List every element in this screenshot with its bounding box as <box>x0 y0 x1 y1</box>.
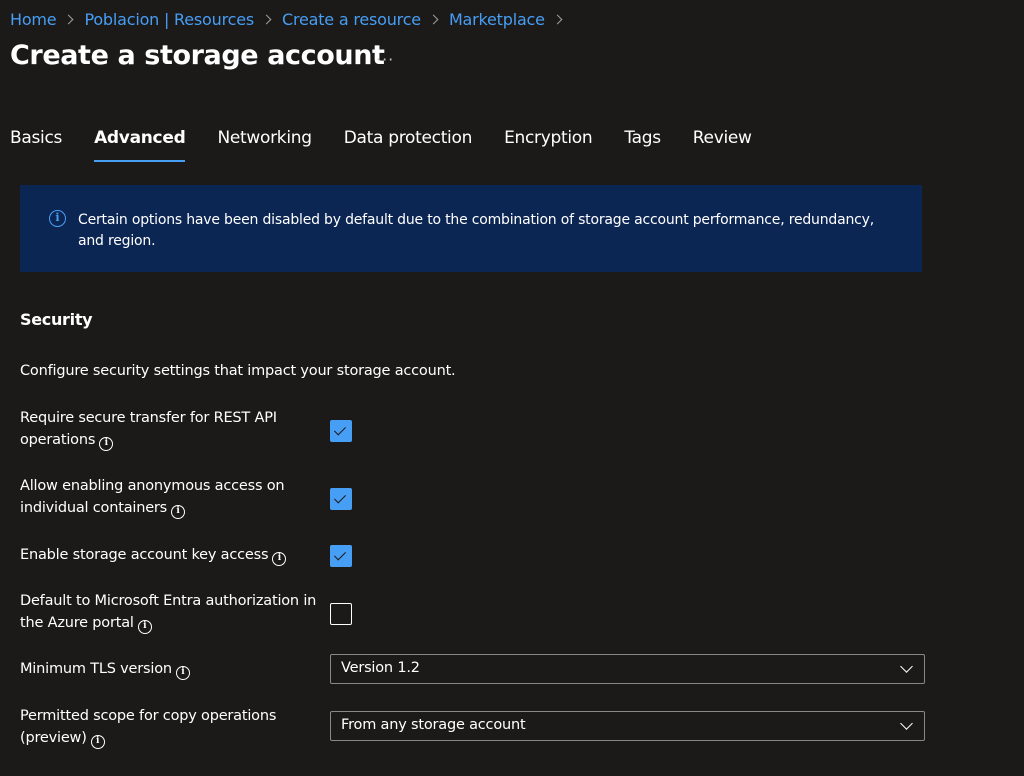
breadcrumb-create-resource[interactable]: Create a resource <box>282 10 421 29</box>
tls-version-text: Minimum TLS version <box>20 661 172 677</box>
chevron-right-icon <box>261 14 272 24</box>
info-icon: i <box>49 210 66 227</box>
anonymous-access-label: Allow enabling anonymous access on indiv… <box>20 475 325 519</box>
tls-version-value: Version 1.2 <box>341 660 420 676</box>
entra-authorization-text: Default to Microsoft Entra authorization… <box>20 593 317 631</box>
chevron-right-icon <box>64 14 74 24</box>
tab-encryption[interactable]: Encryption <box>504 128 593 162</box>
more-options-icon[interactable]: ··· <box>376 50 394 69</box>
create-storage-account-page: Home Poblacion | Resources Create a reso… <box>0 0 1024 776</box>
breadcrumb-resources[interactable]: Poblacion | Resources <box>84 10 254 29</box>
key-access-text: Enable storage account key access <box>20 547 269 563</box>
secure-transfer-text: Require secure transfer for REST API ope… <box>20 410 277 448</box>
info-icon[interactable]: i <box>272 552 287 566</box>
tab-tags[interactable]: Tags <box>624 128 661 162</box>
anonymous-access-text: Allow enabling anonymous access on indiv… <box>20 478 285 516</box>
tab-basics[interactable]: Basics <box>10 128 62 162</box>
info-icon[interactable]: i <box>175 666 190 680</box>
anonymous-access-checkbox[interactable] <box>330 488 352 510</box>
tab-bar: Basics Advanced Networking Data protecti… <box>10 128 784 162</box>
copy-scope-value: From any storage account <box>341 717 526 733</box>
section-title-security: Security <box>20 310 93 329</box>
copy-scope-dropdown[interactable]: From any storage account <box>330 711 925 741</box>
entra-authorization-label: Default to Microsoft Entra authorization… <box>20 590 325 634</box>
info-banner: i Certain options have been disabled by … <box>20 185 922 272</box>
breadcrumb-home[interactable]: Home <box>10 10 57 29</box>
section-description: Configure security settings that impact … <box>20 363 456 379</box>
tls-version-label: Minimum TLS version i <box>20 658 325 680</box>
tab-advanced[interactable]: Advanced <box>94 128 186 162</box>
entra-authorization-checkbox[interactable] <box>330 603 352 625</box>
key-access-checkbox[interactable] <box>330 545 352 567</box>
info-icon[interactable]: i <box>171 505 186 519</box>
breadcrumb-marketplace[interactable]: Marketplace <box>449 10 545 29</box>
tab-review[interactable]: Review <box>693 128 752 162</box>
info-icon[interactable]: i <box>99 437 114 451</box>
chevron-down-icon <box>900 717 913 730</box>
info-icon[interactable]: i <box>137 620 152 634</box>
info-icon[interactable]: i <box>90 735 105 749</box>
breadcrumb: Home Poblacion | Resources Create a reso… <box>10 8 573 30</box>
secure-transfer-label: Require secure transfer for REST API ope… <box>20 407 325 451</box>
secure-transfer-checkbox[interactable] <box>330 420 352 442</box>
chevron-right-icon <box>428 14 439 24</box>
tls-version-dropdown[interactable]: Version 1.2 <box>330 654 925 684</box>
page-title: Create a storage account <box>10 40 385 71</box>
tab-networking[interactable]: Networking <box>217 128 312 162</box>
copy-scope-label: Permitted scope for copy operations (pre… <box>20 705 325 749</box>
tab-data-protection[interactable]: Data protection <box>344 128 473 162</box>
chevron-right-icon <box>552 14 563 24</box>
banner-message: Certain options have been disabled by de… <box>78 212 874 249</box>
key-access-label: Enable storage account key access i <box>20 544 325 566</box>
chevron-down-icon <box>900 660 913 673</box>
copy-scope-text: Permitted scope for copy operations (pre… <box>20 708 277 746</box>
